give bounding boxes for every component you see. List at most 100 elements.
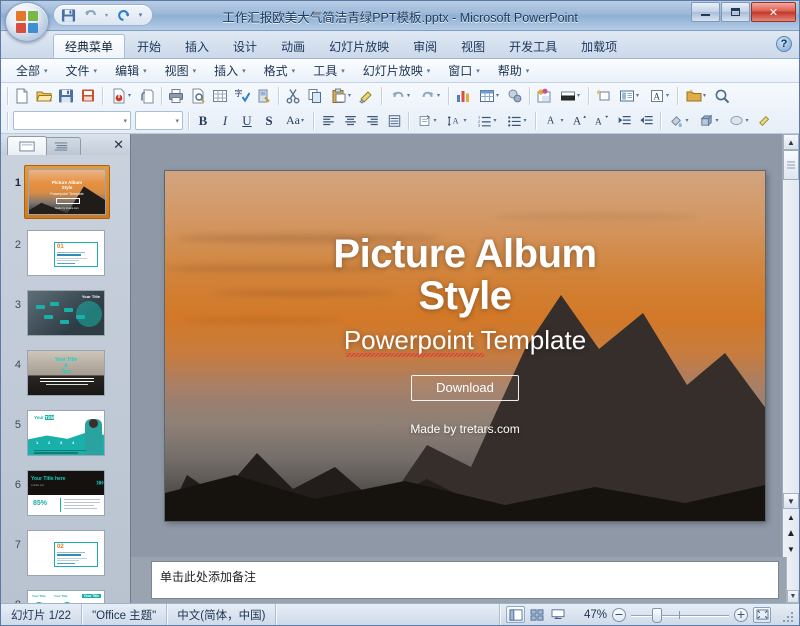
normal-view-button[interactable] xyxy=(506,606,525,623)
format-painter-icon[interactable] xyxy=(356,85,378,106)
numbered-list-icon[interactable]: 1 2 3 ▾ xyxy=(472,110,502,131)
list-item[interactable]: 6 Your Title here subtitle text »» 85% xyxy=(1,463,130,523)
print-preview-icon[interactable] xyxy=(187,85,209,106)
office-button[interactable] xyxy=(5,2,49,42)
grid-table-icon[interactable] xyxy=(209,85,231,106)
zoom-out-button[interactable]: − xyxy=(612,607,626,622)
maximize-button[interactable] xyxy=(721,2,750,22)
increase-font-size-icon[interactable]: A xyxy=(569,110,591,131)
menu-slideshow[interactable]: 幻灯片放映 ▾ xyxy=(354,60,440,81)
insert-chart-icon[interactable] xyxy=(452,85,474,106)
shape-3d-icon[interactable]: ▾ xyxy=(694,110,724,131)
zoom-in-button[interactable]: + xyxy=(734,607,748,622)
promote-icon[interactable] xyxy=(635,110,657,131)
cut-icon[interactable] xyxy=(282,85,304,106)
shape-fill-icon[interactable]: ▾ xyxy=(664,110,694,131)
underline-button[interactable]: U xyxy=(236,110,258,131)
tab-developer[interactable]: 开发工具 xyxy=(497,34,569,58)
scrollbar-thumb[interactable] xyxy=(783,150,799,180)
list-item[interactable]: 8 Your Title Your Title Your Title xyxy=(1,583,130,603)
zoom-icon[interactable] xyxy=(711,85,733,106)
font-size-input[interactable]: ▾ xyxy=(135,111,183,130)
close-button[interactable]: ✕ xyxy=(751,2,796,22)
list-item[interactable]: 1 Picture Album Style Powerpoint Template… xyxy=(1,161,130,223)
new-file-icon[interactable] xyxy=(11,85,33,106)
copy-icon[interactable] xyxy=(304,85,326,106)
bold-button[interactable]: B xyxy=(192,110,214,131)
notes-input[interactable]: 单击此处添加备注 xyxy=(151,561,779,599)
customize-icon[interactable]: ▾ xyxy=(135,6,146,24)
save-icon[interactable] xyxy=(55,85,77,106)
demote-icon[interactable] xyxy=(613,110,635,131)
zoom-slider-handle[interactable] xyxy=(652,607,662,623)
undo-icon[interactable]: ▾ xyxy=(385,85,415,106)
bullet-list-icon[interactable]: ▾ xyxy=(502,110,532,131)
undo-dropdown-icon[interactable]: ▾ xyxy=(102,6,111,24)
menu-insert[interactable]: 插入 ▾ xyxy=(205,60,255,81)
slide-layout-icon[interactable]: ▾ xyxy=(614,85,644,106)
align-justify-icon[interactable] xyxy=(383,110,405,131)
insert-shape-icon[interactable] xyxy=(504,85,526,106)
zoom-percent[interactable]: 47% xyxy=(573,609,607,621)
slide-title[interactable]: Picture Album Style xyxy=(255,233,675,317)
insert-picture-icon[interactable]: ▾ xyxy=(681,85,711,106)
language-indicator[interactable]: 中文(简体，中国) xyxy=(167,604,277,625)
more-tools-icon[interactable] xyxy=(754,110,776,131)
tab-animations[interactable]: 动画 xyxy=(269,34,317,58)
print-icon[interactable] xyxy=(165,85,187,106)
list-item[interactable]: 3 Your Title xyxy=(1,283,130,343)
current-slide[interactable]: Picture Album Style Powerpoint Template … xyxy=(165,170,765,521)
scrollbar-track[interactable] xyxy=(783,150,799,493)
redo-icon[interactable]: ▾ xyxy=(415,85,445,106)
help-icon[interactable]: ? xyxy=(776,36,792,52)
slide-counter[interactable]: 幻灯片 1/22 xyxy=(1,604,83,625)
change-case-button[interactable]: Aa ▾ xyxy=(280,110,310,131)
spelling-check-icon[interactable]: 字 xyxy=(231,85,253,106)
scroll-down-icon[interactable]: ▼ xyxy=(787,590,799,603)
menu-window[interactable]: 窗口 ▾ xyxy=(439,60,489,81)
new-slide-icon[interactable] xyxy=(592,85,614,106)
next-slide-button[interactable]: ▼ xyxy=(783,541,799,557)
slide-sorter-view-button[interactable] xyxy=(527,606,546,623)
menu-tools[interactable]: 工具 ▾ xyxy=(304,60,354,81)
text-box-icon[interactable]: A ▾ xyxy=(644,85,674,106)
menu-edit[interactable]: 编辑 ▾ xyxy=(106,60,156,81)
toolbar-handle[interactable] xyxy=(7,111,8,130)
tab-view[interactable]: 视图 xyxy=(449,34,497,58)
tab-slide-show[interactable]: 幻灯片放映 xyxy=(317,34,401,58)
list-item[interactable]: 5 Your Title 1 2 3 4 xyxy=(1,403,130,463)
tab-home[interactable]: 开始 xyxy=(125,34,173,58)
slides-tab[interactable] xyxy=(7,136,47,155)
paste-icon[interactable]: ▾ xyxy=(326,85,356,106)
menu-view[interactable]: 视图 ▾ xyxy=(156,60,206,81)
print-to-pdf-icon[interactable]: ▾ xyxy=(106,85,136,106)
list-item[interactable]: 2 01 xyxy=(1,223,130,283)
slide-subtitle[interactable]: Powerpoint Template xyxy=(344,325,586,357)
minimize-button[interactable] xyxy=(691,2,720,22)
menu-format[interactable]: 格式 ▾ xyxy=(255,60,305,81)
color-scheme-icon[interactable] xyxy=(533,85,555,106)
text-direction-icon[interactable]: ▾ xyxy=(412,110,442,131)
line-spacing-icon[interactable]: A ▾ xyxy=(442,110,472,131)
research-icon[interactable] xyxy=(253,85,275,106)
text-shadow-button[interactable]: S xyxy=(258,110,280,131)
reading-view-button[interactable] xyxy=(548,606,567,623)
tab-insert[interactable]: 插入 xyxy=(173,34,221,58)
tab-design[interactable]: 设计 xyxy=(221,34,269,58)
outline-tab[interactable] xyxy=(41,137,81,155)
scroll-up-icon[interactable]: ▲ xyxy=(783,134,799,150)
tab-classic-menu[interactable]: 经典菜单 xyxy=(53,34,126,58)
font-color-icon[interactable]: A ▾ xyxy=(539,110,569,131)
tab-addins[interactable]: 加载项 xyxy=(569,34,629,58)
toolbar-handle[interactable] xyxy=(7,86,8,105)
menu-all[interactable]: 全部 ▾ xyxy=(7,60,57,81)
download-button[interactable]: Download xyxy=(411,374,519,401)
save-icon[interactable] xyxy=(58,6,78,24)
attach-icon[interactable] xyxy=(136,85,158,106)
previous-slide-button[interactable]: ▲ xyxy=(783,509,799,525)
select-browse-object-button[interactable]: ▲ xyxy=(783,525,799,541)
design-template-icon[interactable]: ▾ xyxy=(555,85,585,106)
menu-file[interactable]: 文件 ▾ xyxy=(57,60,107,81)
list-item[interactable]: 7 02 xyxy=(1,523,130,583)
theme-name[interactable]: "Office 主题" xyxy=(82,604,168,625)
